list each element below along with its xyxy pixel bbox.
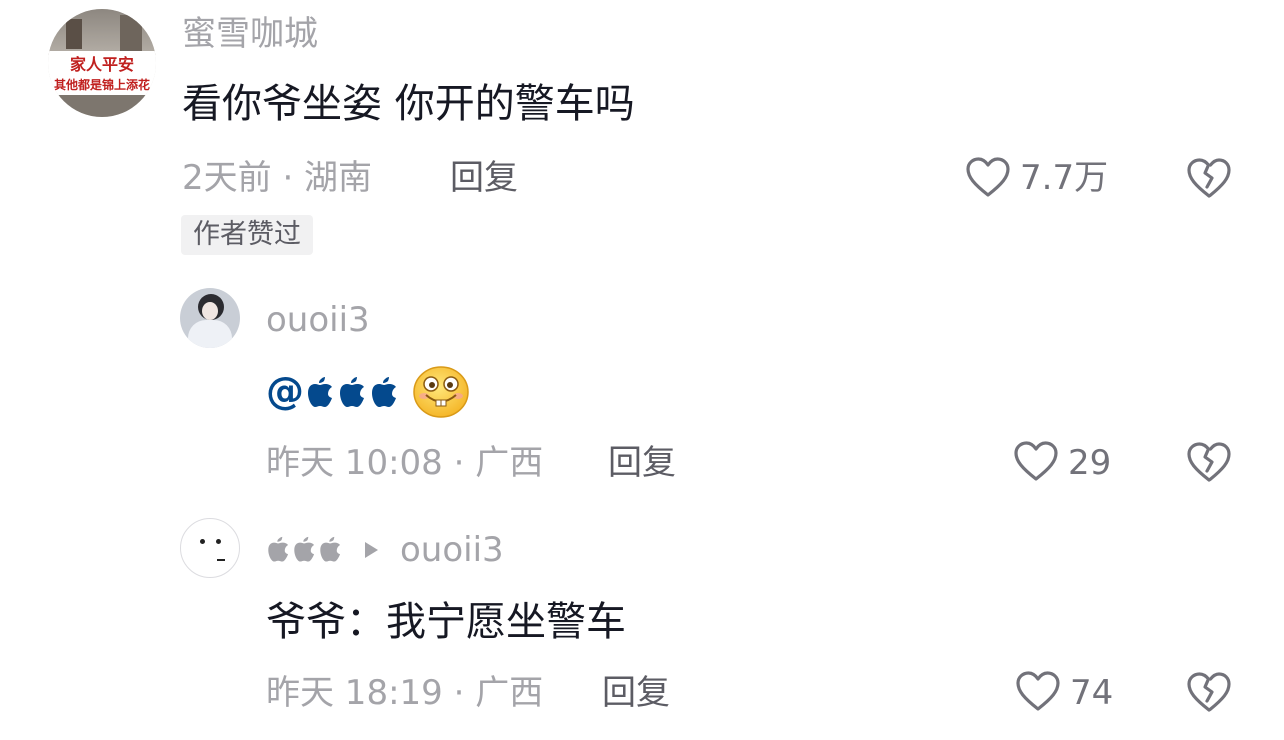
avatar-text-2: 其他都是锦上添花 (53, 78, 150, 92)
heart-icon[interactable] (1012, 438, 1060, 486)
avatar-text-1: 家人平安 (69, 55, 134, 74)
apple-icon (268, 536, 289, 562)
apple-icon (308, 377, 332, 407)
heart-icon[interactable] (1014, 668, 1062, 716)
reply-button[interactable]: 回复 (450, 158, 518, 198)
author-liked-badge: 作者赞过 (181, 215, 313, 255)
grinning-emoji-icon (413, 366, 469, 418)
like-count: 29 (1068, 443, 1112, 483)
broken-heart-icon[interactable] (1184, 668, 1234, 716)
apple-icon (294, 536, 315, 562)
mention-link[interactable]: @ (266, 368, 304, 414)
broken-heart-icon[interactable] (1184, 154, 1234, 202)
reply-to-username[interactable]: ouoii3 (400, 530, 504, 570)
reply-button[interactable]: 回复 (608, 443, 676, 483)
avatar[interactable] (180, 518, 240, 578)
heart-icon[interactable] (964, 154, 1012, 202)
reply-button[interactable]: 回复 (602, 673, 670, 713)
avatar[interactable] (180, 288, 240, 348)
apple-icon (340, 377, 364, 407)
comment-meta: 昨天 10:08 · 广西 (266, 443, 544, 483)
broken-heart-icon[interactable] (1184, 438, 1234, 486)
like-count: 74 (1070, 673, 1114, 713)
apple-icon (320, 536, 341, 562)
comment-meta: 昨天 18:19 · 广西 (266, 673, 544, 713)
comment-text: 爷爷：我宁愿坐警车 (266, 599, 626, 645)
comment-username[interactable]: ouoii3 (266, 300, 370, 340)
like-count: 7.7万 (1020, 158, 1109, 198)
reply-arrow-icon (365, 542, 378, 558)
comment-text: 看你爷坐姿 你开的警车吗 (182, 81, 635, 127)
mention-symbol: @ (266, 369, 304, 413)
apple-icon (372, 377, 396, 407)
comment-username[interactable]: 蜜雪咖城 (182, 14, 318, 54)
comment-meta: 2天前 · 湖南 (182, 158, 373, 198)
avatar[interactable]: 家人平安 其他都是锦上添花 (48, 9, 156, 117)
